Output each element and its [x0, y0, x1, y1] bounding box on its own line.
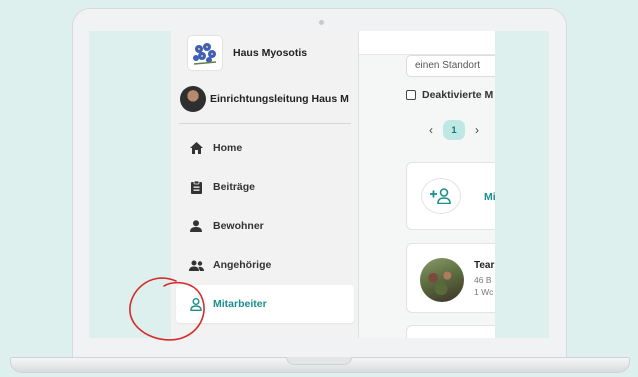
sidebar-item-beitraege[interactable]: Beiträge	[176, 168, 354, 206]
sidebar-item-mitarbeiter[interactable]: Mitarbeiter	[176, 285, 354, 323]
prev-page-button[interactable]: ‹	[429, 123, 433, 137]
sidebar-item-label: Beiträge	[213, 181, 256, 193]
sidebar-item-label: Mitarbeiter	[213, 298, 267, 310]
team-photo	[420, 258, 464, 302]
sidebar-item-label: Home	[213, 142, 243, 154]
sidebar: Haus Myosotis Einrichtungsleitung Haus M…	[171, 31, 359, 338]
sidebar-item-home[interactable]: Home	[176, 129, 354, 167]
main-content: einen Standort Deaktivierte M ‹ 1 › Mi T…	[359, 31, 495, 338]
resident-icon	[188, 218, 204, 234]
relatives-icon	[188, 257, 204, 273]
screen: Haus Myosotis Einrichtungsleitung Haus M…	[89, 31, 549, 338]
team-card[interactable]: Tear 46 B 1 Wc	[406, 243, 495, 313]
sidebar-item-angehoerige[interactable]: Angehörige	[176, 246, 354, 284]
forget-me-not-flower-logo	[187, 35, 223, 71]
deactivated-label: Deaktivierte M	[422, 89, 494, 101]
posts-icon	[188, 179, 204, 195]
home-icon	[188, 140, 204, 156]
user-name: Einrichtungsleitung Haus M	[210, 93, 349, 105]
add-staff-card[interactable]: Mi	[406, 162, 495, 230]
add-person-icon	[421, 178, 461, 214]
sidebar-item-bewohner[interactable]: Bewohner	[176, 207, 354, 245]
list-item[interactable]	[406, 325, 495, 338]
team-meta-count: 46 B	[474, 275, 492, 285]
org-name: Haus Myosotis	[233, 47, 308, 59]
divider	[179, 123, 351, 124]
sidebar-item-label: Bewohner	[213, 220, 264, 232]
team-meta-sub: 1 Wc	[474, 287, 494, 297]
deactivated-filter[interactable]: Deaktivierte M	[406, 89, 493, 101]
next-page-button[interactable]: ›	[475, 123, 479, 137]
avatar	[180, 86, 206, 112]
sidebar-item-label: Angehörige	[213, 259, 272, 271]
page-background	[495, 31, 549, 338]
add-staff-label: Mi	[484, 191, 495, 203]
pagination: ‹ 1 ›	[429, 120, 479, 140]
team-title: Tear	[474, 260, 495, 271]
location-select[interactable]: einen Standort	[406, 55, 495, 77]
org-switcher[interactable]: Haus Myosotis	[187, 33, 307, 73]
laptop-hinge	[286, 357, 352, 365]
sidebar-nav: Home Beiträge Bewohner Angehörige Mitarb…	[176, 129, 354, 324]
user-profile[interactable]: Einrichtungsleitung Haus M	[180, 86, 355, 112]
checkbox[interactable]	[406, 90, 416, 100]
camera	[319, 20, 324, 25]
staff-icon	[188, 296, 204, 312]
page-number-button[interactable]: 1	[443, 120, 465, 140]
top-bar	[359, 31, 495, 55]
